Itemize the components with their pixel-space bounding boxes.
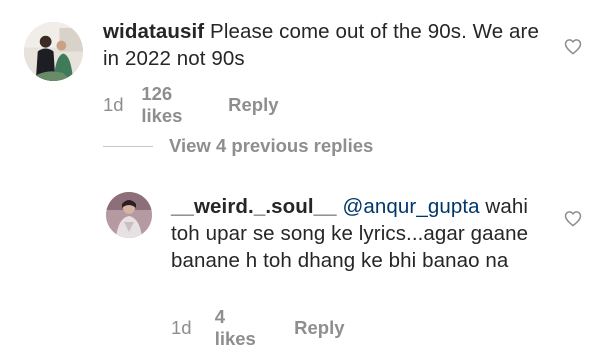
reply-reply-button[interactable]: Reply — [294, 317, 344, 339]
like-button[interactable] — [564, 38, 582, 55]
reply-username[interactable]: __weird._.soul__ — [171, 195, 337, 218]
reply-likes[interactable]: 4 likes — [215, 306, 263, 350]
reply-like-button[interactable] — [564, 210, 582, 227]
comment-likes[interactable]: 126 likes — [141, 83, 197, 127]
heart-outline-icon — [564, 39, 582, 55]
comment-time: 1d — [103, 94, 124, 115]
reply-text: __weird._.soul__ @anqur_gupta wahi toh u… — [171, 193, 543, 274]
view-previous-replies-button[interactable]: View 4 previous replies — [103, 135, 373, 157]
comment-meta: 1d 126 likes Reply — [103, 83, 279, 127]
reply-time: 1d — [171, 317, 192, 338]
avatar-photo — [24, 22, 83, 81]
replies-divider — [103, 145, 153, 147]
heart-outline-icon — [564, 211, 582, 227]
comment-text: widatausif Please come out of the 90s. W… — [103, 18, 543, 72]
reply-meta: 1d 4 likes Reply — [171, 306, 345, 350]
reply-button[interactable]: Reply — [228, 94, 278, 116]
reply-avatar-photo — [106, 192, 152, 238]
avatar[interactable] — [24, 22, 83, 81]
reply-mention[interactable]: @anqur_gupta — [342, 195, 479, 218]
reply-avatar[interactable] — [106, 192, 152, 238]
view-replies-label: View 4 previous replies — [169, 135, 374, 156]
comment-username[interactable]: widatausif — [103, 20, 204, 43]
